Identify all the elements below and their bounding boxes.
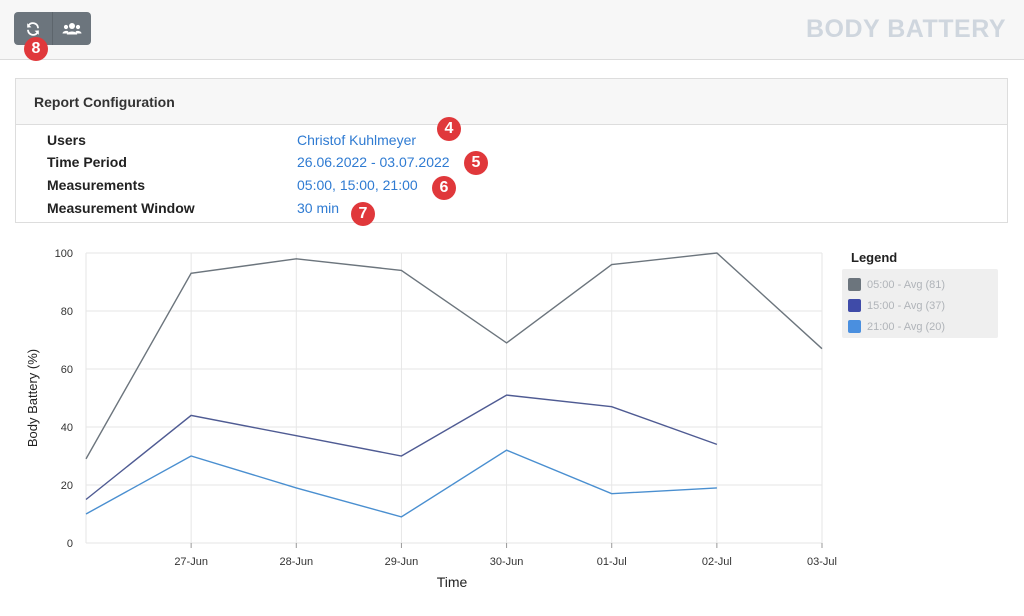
x-tick-label: 02-Jul	[702, 556, 732, 568]
config-value-users[interactable]: Christof Kuhlmeyer	[297, 132, 416, 148]
legend-item-2100[interactable]: 21:00 - Avg (20)	[842, 316, 998, 337]
config-row-measurement-window: Measurement Window 30 min	[47, 200, 947, 220]
x-tick-label: 01-Jul	[597, 556, 627, 568]
config-row-measurements: Measurements 05:00, 15:00, 21:00	[47, 177, 947, 197]
top-bar: BODY BATTERY	[0, 0, 1024, 60]
annotation-badge-refresh: 8	[24, 37, 48, 61]
users-icon	[62, 22, 81, 34]
legend-title: Legend	[851, 250, 898, 265]
config-row-users: Users Christof Kuhlmeyer	[47, 132, 947, 152]
config-value-time-period[interactable]: 26.06.2022 - 03.07.2022	[297, 154, 450, 170]
body-battery-chart: 0 20 40 60 80 100 27-Jun 28-Jun 29-Jun 30-Jun 01-J…	[0, 236, 840, 611]
refresh-icon	[27, 21, 39, 36]
report-configuration-card: Report Configuration Users Christof Kuhl…	[15, 78, 1008, 223]
annotation-badge-measurements: 6	[432, 176, 456, 200]
annotation-badge-users: 4	[437, 117, 461, 141]
x-tick-label: 03-Jul	[807, 556, 837, 568]
y-axis-title: Body Battery (%)	[25, 349, 40, 447]
legend-label-1500: 15:00 - Avg (37)	[867, 299, 946, 312]
y-tick-label: 100	[55, 248, 73, 260]
toolbar-button-group	[14, 12, 91, 45]
x-tick-label: 30-Jun	[490, 556, 524, 568]
y-tick-label: 60	[61, 364, 73, 376]
config-value-measurement-window[interactable]: 30 min	[297, 200, 339, 216]
report-configuration-title: Report Configuration	[16, 79, 1007, 125]
legend-item-1500[interactable]: 15:00 - Avg (37)	[842, 295, 998, 316]
legend: 05:00 - Avg (81) 15:00 - Avg (37) 21:00 …	[842, 269, 998, 338]
legend-label-2100: 21:00 - Avg (20)	[867, 320, 946, 333]
annotation-badge-time-period: 5	[464, 151, 488, 175]
x-tick-label: 27-Jun	[174, 556, 208, 568]
y-tick-label: 40	[61, 422, 73, 434]
y-tick-label: 20	[61, 480, 73, 492]
config-label-users: Users	[47, 132, 86, 148]
annotation-badge-window: 7	[351, 202, 375, 226]
legend-label-0500: 05:00 - Avg (81)	[867, 278, 946, 291]
config-label-measurements: Measurements	[47, 177, 146, 193]
x-tick-label: 29-Jun	[385, 556, 419, 568]
config-value-measurements[interactable]: 05:00, 15:00, 21:00	[297, 177, 418, 193]
legend-item-0500[interactable]: 05:00 - Avg (81)	[842, 274, 998, 295]
x-axis-title: Time	[437, 574, 468, 590]
x-tick-label: 28-Jun	[279, 556, 313, 568]
legend-swatch-0500	[848, 278, 861, 291]
y-tick-label: 80	[61, 306, 73, 318]
users-button[interactable]	[52, 12, 90, 45]
y-tick-label: 0	[67, 538, 73, 550]
config-label-time-period: Time Period	[47, 154, 127, 170]
app-title: BODY BATTERY	[806, 15, 1006, 43]
legend-swatch-1500	[848, 299, 861, 312]
legend-swatch-2100	[848, 320, 861, 333]
config-label-measurement-window: Measurement Window	[47, 200, 195, 216]
series-line-0	[85, 252, 823, 460]
config-row-time-period: Time Period 26.06.2022 - 03.07.2022	[47, 154, 947, 174]
chart-svg: 0 20 40 60 80 100 27-Jun 28-Jun 29-Jun 30-Jun 01-J…	[25, 248, 837, 590]
